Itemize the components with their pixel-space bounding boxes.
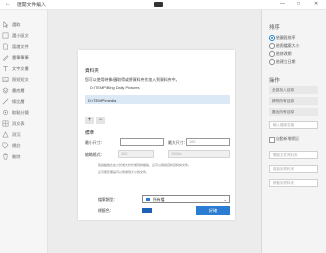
radio-circle-icon [269,51,275,57]
remove-all-button[interactable]: 移除所有目錄 [269,97,318,105]
radio-circle-icon [269,43,275,49]
max-size-input[interactable]: 100 [186,138,230,146]
selected-folder-path: D:\TEMP\media [88,97,117,103]
sort-by-name-radio[interactable]: 依圖段排序 [269,35,324,42]
sidebar-item-label: 刪除 [12,154,21,159]
sidebar-item-label: 選小區文 [12,33,29,38]
open-folder-button[interactable]: 開啟文件資料夾 [269,151,318,159]
auto-tag-checkbox[interactable]: 自動新增標記 [269,137,324,144]
selected-folder-row[interactable]: D:\TEMP\media [85,95,230,104]
radio-label: 依照檔案大小 [276,43,300,48]
sidebar-item-label: 線比層 [12,99,25,104]
sidebar-item-label: 照短短文 [12,77,29,82]
sidebar-item-layers[interactable]: 畫底層 [2,87,46,96]
sidebar-item-label: 畫底層 [12,88,25,93]
tag-icon [2,142,9,149]
thumbnail-height-input[interactable]: 10064 [168,150,230,158]
file-name-input[interactable]: 輸入檔案名稱 [269,121,318,129]
radio-label: 依建立日期 [276,59,296,64]
folder-path-label: D:\TEMP\Bing Daily Pictures [90,85,140,90]
text-icon [3,66,8,72]
sidebar-item-text[interactable]: 文宇文書 [2,65,46,74]
sidebar-item-label: 畫筆筆筆 [12,55,29,60]
file-type-color-icon [146,198,150,201]
sidebar-item-label: 選取 [12,22,21,27]
remove-folder-button[interactable]: − [96,117,105,124]
sort-by-created-radio[interactable]: 依建立日期 [269,59,324,66]
sort-by-modified-radio[interactable]: 依修改期 [269,51,324,58]
file-type-value: 所有檔 [153,197,165,202]
sort-by-size-radio[interactable]: 依照檔案大小 [269,43,324,50]
pen-icon [2,55,9,61]
shapes-icon [2,32,9,39]
sidebar-item-line[interactable]: 線比層 [2,98,46,107]
file-type-label: 檔案類型： [98,197,118,202]
min-size-input[interactable] [120,138,164,146]
options-panel: 排序 依圖段排序 依照檔案大小 依修改期 依建立日期 操作 全部加入目錄 移除所… [261,10,326,253]
radio-circle-icon [269,35,275,41]
fine-print-2: 這可能影響是可以到或到大小的文件。 [98,170,150,174]
sidebar-item-point[interactable]: 取點分鏡 [2,109,46,118]
main-canvas: 資料夾 您可以使用映像/圖取得或將資料夾作加入到資料夾中。 D:\TEMP\Bi… [48,10,261,253]
table-icon [2,120,9,127]
thumbnail-size-label: 縮略格式： [85,152,105,157]
tool-sidebar: 選取 選小區文 語譜文件 畫筆筆筆 文宇文書 照短短文 畫底層 線比層 取點分鏡… [0,10,48,253]
sidebar-item-label: 消沉 [12,132,21,137]
minimize-button[interactable]: — [280,1,285,8]
title-bar: ← 匯開文件編入 — □ ✕ [0,0,326,10]
sidebar-item-label: 語譜文件 [12,44,29,49]
radio-label: 依圖段排序 [276,35,296,40]
title-bar-handle-icon[interactable] [154,2,163,7]
add-all-button[interactable]: 全部加入目錄 [269,86,318,94]
radio-label: 依修改期 [276,51,292,56]
sidebar-item-tag[interactable]: 標註 [2,142,46,151]
pointer-icon [3,21,9,28]
sidebar-item-shape[interactable]: 消沉 [2,131,46,140]
fine-print-1: 建議縮放比在小於或大於於或到的檔案，這可以用當資料資料夾文件。 [98,163,192,167]
close-button[interactable]: ✕ [314,1,318,8]
shape-icon [2,131,9,138]
sort-heading: 排序 [269,25,280,31]
thumbnail-width-input[interactable]: 320 [118,150,154,158]
window-title: 匯開文件編入 [17,3,46,8]
sidebar-item-image[interactable]: 照短短文 [2,76,46,85]
sidebar-item-table[interactable]: 消文表 [2,120,46,129]
sidebar-item-label: 文宇文書 [12,66,29,71]
sidebar-item-shapes[interactable]: 選小區文 [2,32,46,41]
color-label: 標籤色： [98,208,114,213]
radio-circle-icon [269,59,275,65]
point-icon [3,110,8,115]
sidebar-item-label: 消文表 [12,121,25,126]
max-size-label: 最大尺寸： [168,140,188,145]
folder-description: 您可以使用映像/圖取得或將資料夾作加入到資料夾中。 [85,77,180,82]
sidebar-item-label: 取點分鏡 [12,110,29,115]
checkbox-label: 自動新增標記 [276,137,299,141]
document-icon [3,43,8,50]
maximize-button[interactable]: □ [297,1,300,8]
copy-to-folder-button[interactable]: 複製到資料夾 [269,165,318,173]
move-to-folder-button[interactable]: 移動到資料夾 [269,179,318,187]
sidebar-item-select[interactable]: 選取 [2,21,46,30]
chevron-down-icon: ⌄ [223,196,227,202]
layers-icon [2,87,9,94]
label-color-swatch[interactable] [142,208,152,213]
ok-button[interactable]: 好確 [196,206,230,215]
sidebar-item-document[interactable]: 語譜文件 [2,43,46,52]
section-folder-heading: 資料夾 [85,68,99,73]
line-icon [2,98,9,105]
sidebar-item-delete[interactable]: 刪除 [2,153,46,162]
trash-icon [3,153,8,160]
sidebar-item-label: 標註 [12,143,21,148]
image-icon [2,77,9,82]
section-standard-heading: 標準 [85,130,95,135]
checkbox-icon [269,137,275,143]
file-type-dropdown[interactable]: 所有檔 ⌄ [142,195,230,203]
sidebar-item-pen[interactable]: 畫筆筆筆 [2,54,46,63]
min-size-label: 最小尺寸： [85,140,105,145]
back-button[interactable]: ← [5,1,11,8]
export-all-button[interactable]: 匯出所有目錄 [269,108,318,116]
actions-heading: 操作 [269,78,280,84]
import-dialog: 資料夾 您可以使用映像/圖取得或將資料夾作加入到資料夾中。 D:\TEMP\Bi… [78,50,235,220]
add-folder-button[interactable]: + [85,117,94,124]
